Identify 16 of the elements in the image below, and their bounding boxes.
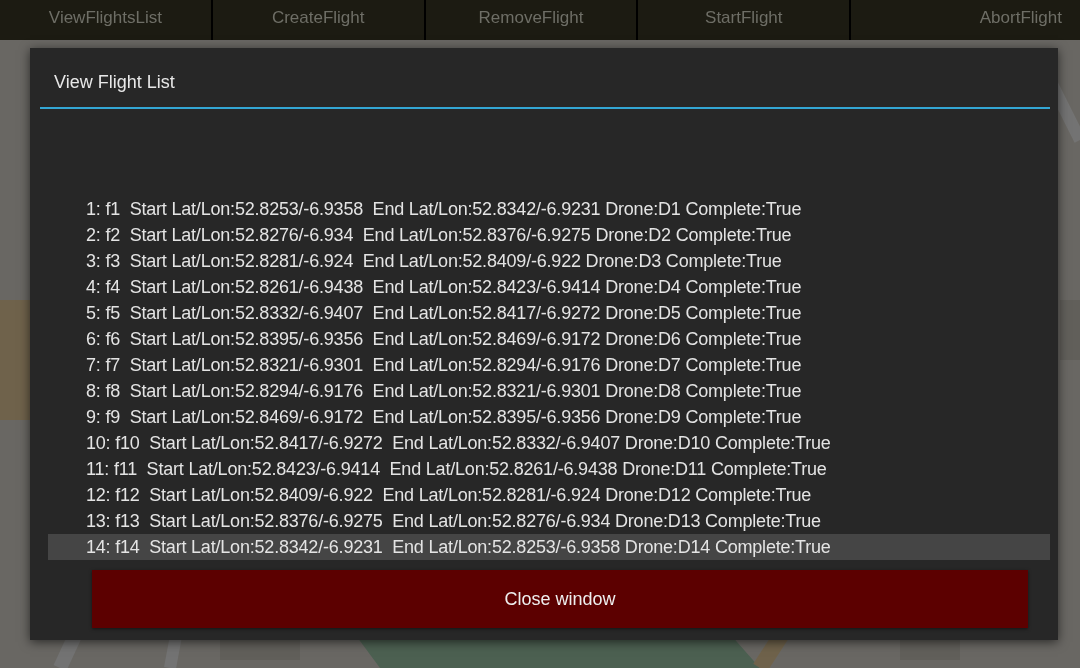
flight-list-item[interactable]: 3: f3 Start Lat/Lon:52.8281/-6.924 End Lat/Lon:52.8409/-6.922 Drone:D3 Complete:True	[48, 248, 1050, 274]
flight-list-item[interactable]: 7: f7 Start Lat/Lon:52.8321/-6.9301 End Lat/Lon:52.8294/-6.9176 Drone:D7 Complete:True	[48, 352, 1050, 378]
flight-list-item[interactable]: 13: f13 Start Lat/Lon:52.8376/-6.9275 End Lat/Lon:52.8276/-6.934 Drone:D13 Complete:True	[48, 508, 1050, 534]
flight-list-item[interactable]: 11: f11 Start Lat/Lon:52.8423/-6.9414 End Lat/Lon:52.8261/-6.9438 Drone:D11 Complete:True	[48, 456, 1050, 482]
flight-list-item[interactable]: 1: f1 Start Lat/Lon:52.8253/-6.9358 End Lat/Lon:52.8342/-6.9231 Drone:D1 Complete:True	[48, 196, 1050, 222]
flight-list-item[interactable]: 9: f9 Start Lat/Lon:52.8469/-6.9172 End Lat/Lon:52.8395/-6.9356 Drone:D9 Complete:True	[48, 404, 1050, 430]
flight-list-item[interactable]: 12: f12 Start Lat/Lon:52.8409/-6.922 End Lat/Lon:52.8281/-6.924 Drone:D12 Complete:True	[48, 482, 1050, 508]
flight-list-item[interactable]: 4: f4 Start Lat/Lon:52.8261/-6.9438 End Lat/Lon:52.8423/-6.9414 Drone:D4 Complete:True	[48, 274, 1050, 300]
flight-list-item[interactable]: 10: f10 Start Lat/Lon:52.8417/-6.9272 End Lat/Lon:52.8332/-6.9407 Drone:D10 Complete:True	[48, 430, 1050, 456]
flight-list-item[interactable]: 14: f14 Start Lat/Lon:52.8342/-6.9231 End Lat/Lon:52.8253/-6.9358 Drone:D14 Complete:True	[48, 534, 1050, 560]
flight-list-item[interactable]: 2: f2 Start Lat/Lon:52.8276/-6.934 End Lat/Lon:52.8376/-6.9275 Drone:D2 Complete:True	[48, 222, 1050, 248]
flight-list-item[interactable]: 8: f8 Start Lat/Lon:52.8294/-6.9176 End Lat/Lon:52.8321/-6.9301 Drone:D8 Complete:True	[48, 378, 1050, 404]
dialog-title: View Flight List	[53, 71, 176, 94]
close-window-button[interactable]: Close window	[92, 570, 1028, 628]
flight-list-item[interactable]: 5: f5 Start Lat/Lon:52.8332/-6.9407 End Lat/Lon:52.8417/-6.9272 Drone:D5 Complete:True	[48, 300, 1050, 326]
flight-list-item[interactable]: 6: f6 Start Lat/Lon:52.8395/-6.9356 End Lat/Lon:52.8469/-6.9172 Drone:D6 Complete:True	[48, 326, 1050, 352]
